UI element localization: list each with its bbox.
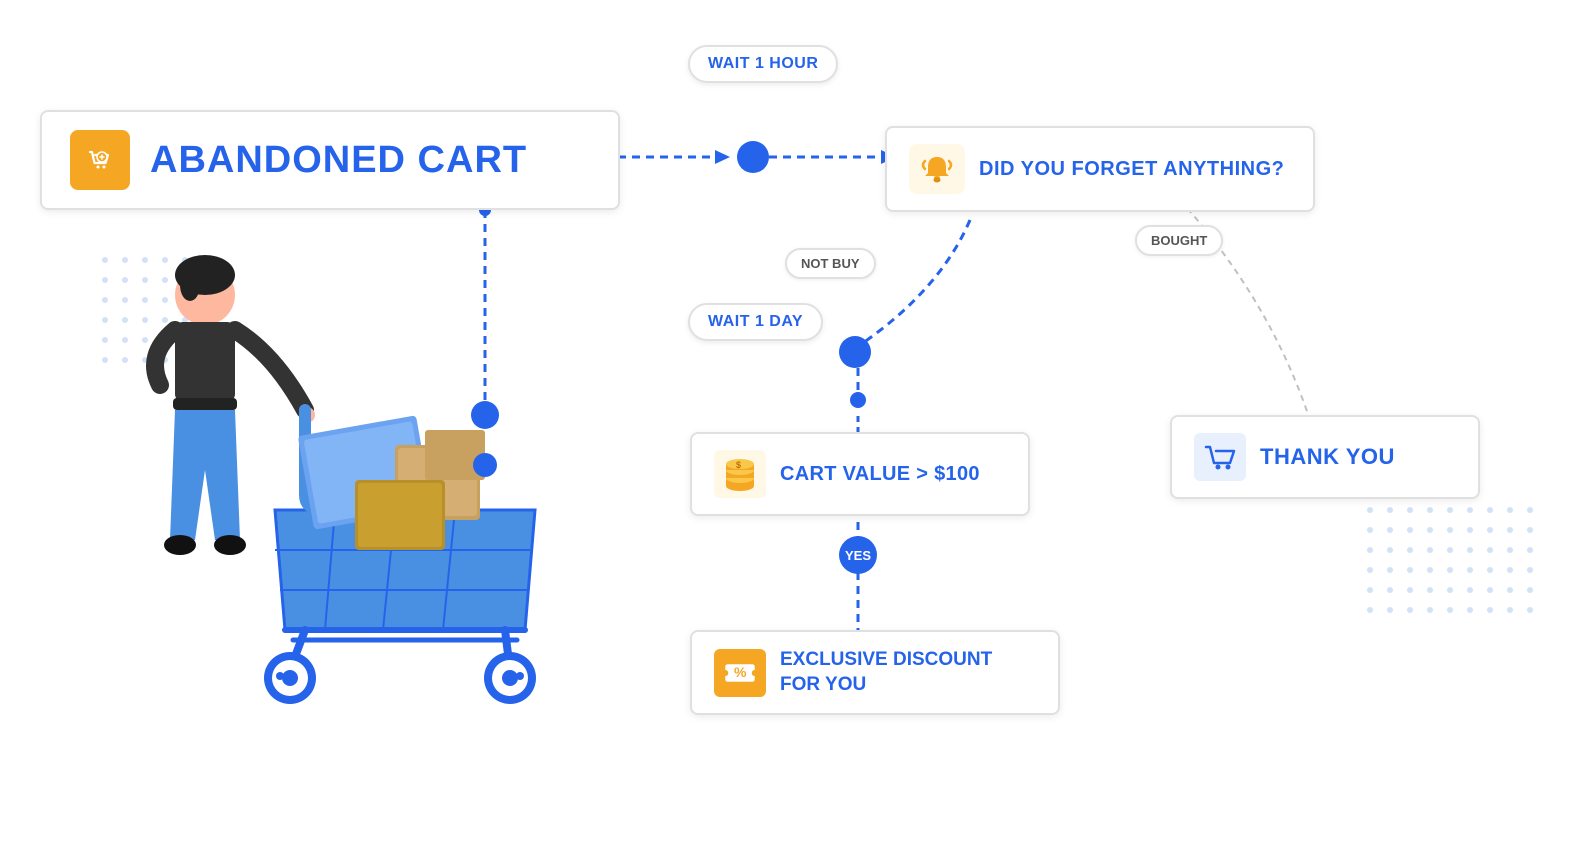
exclusive-discount-box: % EXCLUSIVE DISCOUNT FOR YOU — [690, 630, 1060, 715]
bell-icon — [909, 144, 965, 194]
cart-value-box: $ CART VALUE > $100 — [690, 432, 1030, 516]
cart-value-title: CART VALUE > $100 — [780, 463, 980, 486]
yes-badge: YES — [839, 536, 877, 574]
forgot-title: DID YOU FORGET ANYTHING? — [979, 158, 1284, 181]
shopping-cart-icon — [1194, 433, 1246, 481]
money-icon: $ — [714, 450, 766, 498]
thank-you-box: THANK YOU — [1170, 415, 1480, 499]
discount-icon: % — [714, 649, 766, 697]
cart-trigger-icon — [70, 130, 130, 190]
abandoned-cart-title: ABANDONED CART — [150, 139, 527, 182]
svg-text:%: % — [734, 664, 747, 680]
flow-area: WAIT 1 HOUR DID YOU FORGET ANYTHING? NOT… — [590, 0, 1580, 848]
forgot-box: DID YOU FORGET ANYTHING? — [885, 126, 1315, 212]
abandoned-cart-box: ABANDONED CART — [40, 110, 620, 210]
shopping-illustration — [35, 200, 595, 800]
bought-label: BOUGHT — [1135, 225, 1223, 256]
discount-title: EXCLUSIVE DISCOUNT FOR YOU — [780, 648, 992, 697]
wait-day-label: WAIT 1 DAY — [688, 303, 823, 341]
thank-you-title: THANK YOU — [1260, 444, 1395, 470]
not-buy-label: NOT BUY — [785, 248, 876, 279]
svg-text:$: $ — [736, 460, 741, 470]
wait-hour-label: WAIT 1 HOUR — [688, 45, 838, 83]
